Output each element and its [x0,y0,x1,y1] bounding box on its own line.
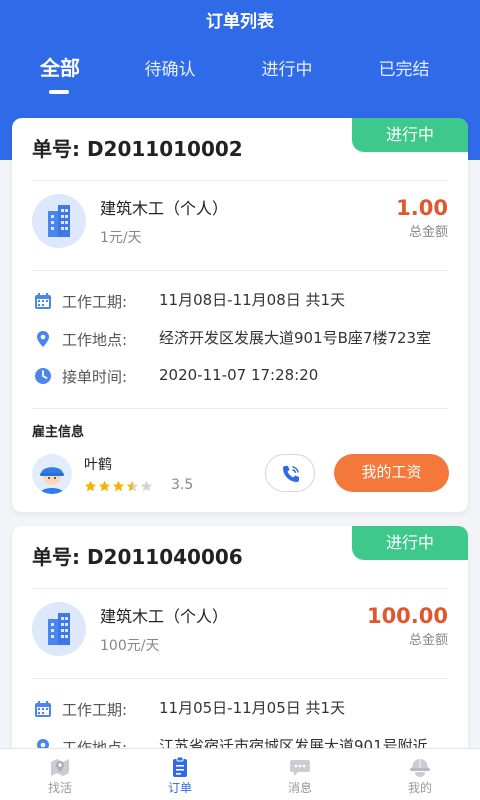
location-value: 经济开发区发展大道901号B座7楼723室 [159,329,432,347]
star-icon [126,480,139,492]
location-label: 工作地点: [62,331,128,349]
tabbar-find-work[interactable]: 找活 [0,749,120,800]
divider [32,588,448,589]
location-pin-icon [37,331,49,347]
star-icon [84,480,97,492]
divider [32,180,448,181]
period-value: 11月08日-11月08日 共1天 [159,291,346,309]
phone-icon [283,466,299,482]
page-title: 订单列表 [206,12,274,32]
order-number: 单号: D2011010002 [32,137,243,161]
tabbar-orders[interactable]: 订单 [120,749,240,800]
tab-all[interactable]: 全部 [0,56,120,80]
accept-time-label: 接单时间: [62,368,128,386]
clock-icon [35,368,51,384]
helmet-icon [410,759,430,777]
star-icon [140,480,153,492]
star-icon [112,480,125,492]
divider [32,408,448,409]
divider [32,678,448,679]
tab-in-progress[interactable]: 进行中 [227,58,347,82]
employer-section-title: 雇主信息 [32,425,85,440]
building-icon [32,194,86,248]
calendar-icon [35,293,51,309]
order-card[interactable]: 进行中 单号: D2011010002 建筑木工（个人） 1元/天 1.00 总… [12,118,468,512]
tabbar-label: 我的 [407,781,432,795]
tabbar-label: 消息 [287,781,312,795]
calendar-icon [35,701,51,717]
status-badge: 进行中 [352,118,468,152]
tabbar-label: 订单 [167,781,192,795]
order-amount: 1.00 [396,196,448,220]
clipboard-icon [173,756,187,777]
order-amount: 100.00 [366,604,448,628]
employer-avatar [32,454,72,494]
period-label: 工作工期: [62,701,128,719]
job-name: 建筑木工（个人） [100,199,229,218]
bottom-tab-bar: 找活 订单 消息 我的 [0,748,480,800]
rating-value: 3.5 [171,477,194,493]
active-tab-indicator [49,90,69,94]
rating-stars [84,478,154,492]
divider [32,270,448,271]
status-badge: 进行中 [352,526,468,560]
map-pin-icon [51,759,69,776]
building-icon [32,602,86,656]
my-salary-button[interactable]: 我的工资 [334,454,449,492]
job-rate: 100元/天 [100,638,160,654]
order-tabs: 全部 待确认 进行中 已完结 [0,56,480,96]
call-employer-button[interactable] [265,454,315,492]
tabbar-messages[interactable]: 消息 [240,749,360,800]
accept-time-value: 2020-11-07 17:28:20 [159,366,319,384]
period-label: 工作工期: [62,293,128,311]
tabbar-label: 找活 [47,781,72,795]
amount-label: 总金额 [408,225,448,240]
tab-completed[interactable]: 已完结 [344,58,464,82]
tab-pending[interactable]: 待确认 [110,58,230,82]
amount-label: 总金额 [408,633,448,648]
order-number: 单号: D2011040006 [32,545,243,569]
star-icon [98,480,111,492]
job-rate: 1元/天 [100,230,142,246]
job-name: 建筑木工（个人） [100,607,229,626]
chat-icon [290,760,310,776]
period-value: 11月05日-11月05日 共1天 [159,699,346,717]
tabbar-profile[interactable]: 我的 [360,749,480,800]
employer-name: 叶鹤 [84,457,112,473]
